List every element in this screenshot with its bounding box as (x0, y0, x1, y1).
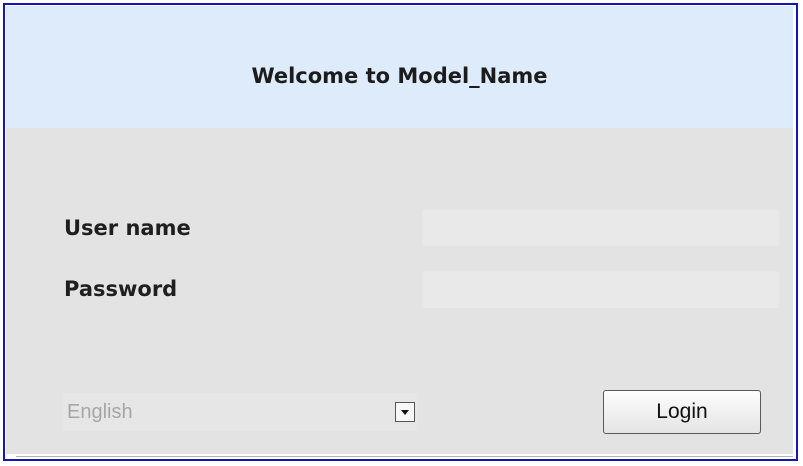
page-title: Welcome to Model_Name (251, 64, 548, 88)
language-select[interactable]: English (63, 393, 418, 431)
dropdown-button[interactable] (395, 402, 415, 422)
login-header: Welcome to Model_Name (6, 6, 793, 129)
panel-bottom-divider (16, 456, 793, 457)
login-button[interactable]: Login (603, 390, 761, 434)
username-input[interactable] (422, 208, 780, 246)
password-input[interactable] (422, 270, 780, 308)
language-selected-value: English (67, 401, 133, 423)
username-label: User name (64, 216, 191, 240)
triangle-down-icon (401, 409, 409, 415)
password-label: Password (64, 277, 178, 301)
